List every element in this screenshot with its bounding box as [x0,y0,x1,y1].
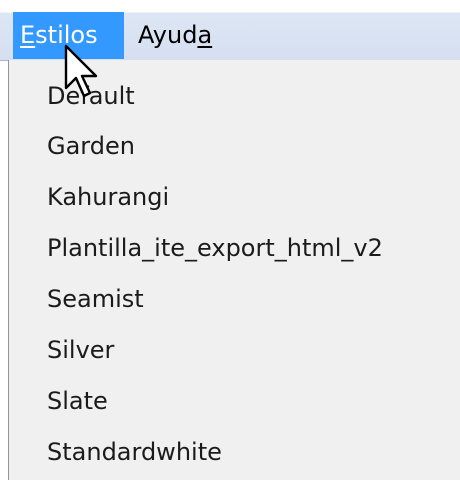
menu-item-garden[interactable]: Garden [47,121,135,171]
menu-item-slate[interactable]: Slate [47,376,108,426]
mouse-pointer-icon [64,44,98,98]
menu-item-silver[interactable]: Silver [47,325,114,375]
menu-ayuda[interactable]: Ayuda [138,12,212,59]
menu-item-plantilla[interactable]: Plantilla_ite_export_html_v2 [47,223,383,273]
estilos-dropdown-menu: Default Garden Kahurangi Plantilla_ite_e… [8,60,460,480]
menu-item-kahurangi[interactable]: Kahurangi [47,172,169,222]
menu-item-standardwhite[interactable]: Standardwhite [47,427,222,477]
menu-item-seamist[interactable]: Seamist [47,274,144,324]
menu-ayuda-mnemonic: a [197,21,213,49]
menu-ayuda-label: Ayud [138,21,198,49]
menu-estilos-mnemonic: E [20,21,36,49]
